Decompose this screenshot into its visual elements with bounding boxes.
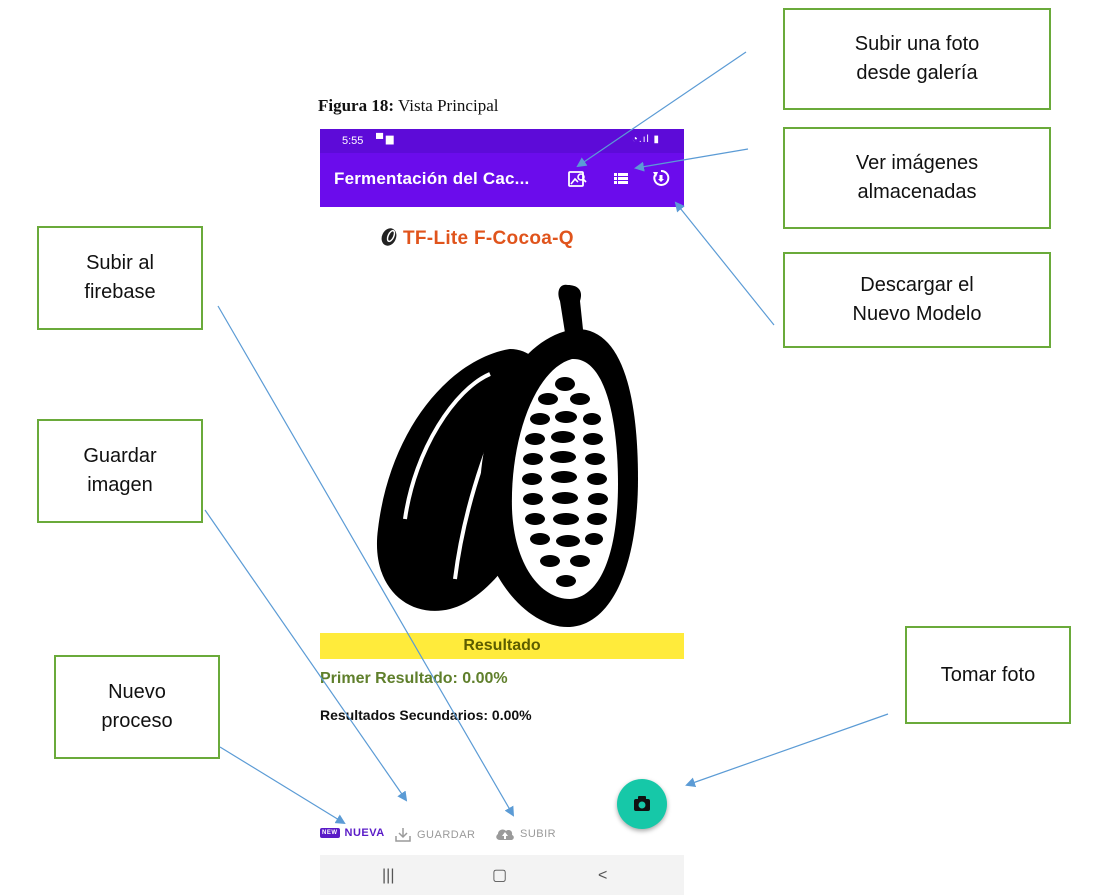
arrow-new-process — [219, 746, 346, 825]
annotation-arrows — [204, 51, 889, 825]
arrow-download — [674, 201, 775, 326]
arrow-firebase — [217, 305, 515, 817]
arrow-gallery — [576, 51, 747, 168]
arrow-take-photo — [685, 713, 889, 788]
arrow-stored — [634, 148, 749, 172]
